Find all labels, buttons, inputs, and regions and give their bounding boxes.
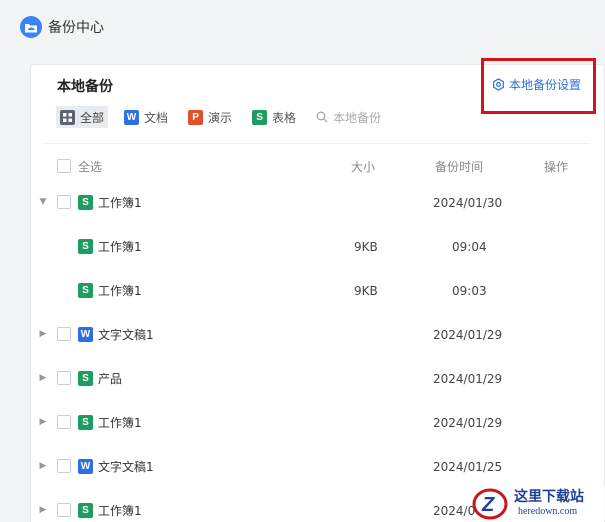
caret-right-icon[interactable]: ▶ bbox=[38, 505, 48, 515]
filter-label: 全部 bbox=[80, 110, 105, 125]
file-name-label: 工作簿1 bbox=[98, 416, 142, 430]
spreadsheet-icon: S bbox=[78, 195, 93, 210]
caret-down-icon[interactable]: ▼ bbox=[38, 197, 48, 207]
settings-highlight-box: 本地备份设置 bbox=[481, 58, 596, 114]
app-header: 备份中心 bbox=[20, 14, 104, 40]
watermark-brand: 这里下载站 bbox=[514, 489, 584, 505]
file-name[interactable]: S 工作簿1 bbox=[78, 282, 142, 299]
filter-label: 演示 bbox=[208, 110, 233, 125]
caret-right-icon[interactable]: ▶ bbox=[38, 373, 48, 383]
filter-bar: 全部 W 文档 P 演示 S 表格 本地备份 bbox=[56, 105, 381, 129]
backup-time: 2024/01/29 bbox=[433, 328, 503, 342]
row-checkbox[interactable] bbox=[57, 195, 71, 209]
backup-time: 2024/0 bbox=[433, 504, 476, 518]
file-size: 9KB bbox=[354, 284, 378, 298]
file-name[interactable]: S 工作簿1 bbox=[78, 502, 142, 519]
presentation-icon: P bbox=[188, 109, 204, 125]
table-row[interactable]: S 工作簿1 9KB 09:03 bbox=[0, 268, 605, 312]
select-all-label: 全选 bbox=[78, 160, 103, 174]
spreadsheet-icon: S bbox=[252, 109, 268, 125]
word-doc-icon: W bbox=[78, 459, 93, 474]
file-name-label: 工作簿1 bbox=[98, 196, 142, 210]
select-all-checkbox[interactable] bbox=[57, 159, 71, 173]
watermark: Z 这里下载站 heredown.com bbox=[470, 484, 605, 522]
cloud-folder-icon bbox=[20, 16, 42, 38]
svg-text:Z: Z bbox=[481, 494, 495, 516]
column-header-action: 操作 bbox=[544, 160, 569, 174]
word-doc-icon: W bbox=[78, 327, 93, 342]
filter-tab-document[interactable]: W 文档 bbox=[120, 106, 172, 128]
file-name-label: 文字文稿1 bbox=[98, 460, 154, 474]
backup-time: 09:04 bbox=[452, 240, 487, 254]
app-title: 备份中心 bbox=[48, 20, 104, 36]
filter-label: 文档 bbox=[144, 110, 169, 125]
panel-title: 本地备份 bbox=[57, 79, 113, 95]
divider bbox=[44, 143, 589, 144]
spreadsheet-icon: S bbox=[78, 415, 93, 430]
file-name[interactable]: W 文字文稿1 bbox=[78, 458, 154, 475]
file-name-label: 文字文稿1 bbox=[98, 328, 154, 342]
row-checkbox[interactable] bbox=[57, 459, 71, 473]
word-doc-icon: W bbox=[124, 109, 140, 125]
table-row[interactable]: ▶ W 文字文稿1 2024/01/25 bbox=[0, 444, 605, 488]
local-backup-settings-link[interactable]: 本地备份设置 bbox=[492, 76, 581, 93]
settings-label: 本地备份设置 bbox=[509, 78, 582, 92]
spreadsheet-icon: S bbox=[78, 371, 93, 386]
file-name-label: 产品 bbox=[98, 372, 123, 386]
search-placeholder: 本地备份 bbox=[333, 110, 382, 125]
backup-time: 2024/01/29 bbox=[433, 372, 503, 386]
caret-right-icon[interactable]: ▶ bbox=[38, 417, 48, 427]
backup-time: 2024/01/25 bbox=[433, 460, 503, 474]
table-row[interactable]: ▼ S 工作簿1 2024/01/30 bbox=[0, 180, 605, 224]
spreadsheet-icon: S bbox=[78, 239, 93, 254]
row-checkbox[interactable] bbox=[57, 327, 71, 341]
row-checkbox[interactable] bbox=[57, 415, 71, 429]
search-icon bbox=[316, 111, 328, 123]
table-row[interactable]: S 工作簿1 9KB 09:04 bbox=[0, 224, 605, 268]
backup-time: 2024/01/30 bbox=[433, 196, 503, 210]
row-checkbox[interactable] bbox=[57, 371, 71, 385]
table-row[interactable]: ▶ S 工作簿1 2024/01/29 bbox=[0, 400, 605, 444]
table-row[interactable]: ▶ S 产品 2024/01/29 bbox=[0, 356, 605, 400]
file-size: 9KB bbox=[354, 240, 378, 254]
column-header-backup-time: 备份时间 bbox=[435, 160, 484, 174]
search-input[interactable]: 本地备份 bbox=[316, 109, 381, 126]
file-name-label: 工作簿1 bbox=[98, 504, 142, 518]
file-name[interactable]: S 工作簿1 bbox=[78, 194, 142, 211]
filter-label: 表格 bbox=[272, 110, 297, 125]
filter-tab-presentation[interactable]: P 演示 bbox=[184, 106, 236, 128]
column-header-size: 大小 bbox=[351, 160, 376, 174]
backup-time: 09:03 bbox=[452, 284, 487, 298]
settings-icon bbox=[493, 78, 504, 91]
file-name[interactable]: S 产品 bbox=[78, 370, 122, 387]
spreadsheet-icon: S bbox=[78, 283, 93, 298]
caret-right-icon[interactable]: ▶ bbox=[38, 461, 48, 471]
watermark-domain: heredown.com bbox=[518, 506, 578, 517]
backup-time: 2024/01/29 bbox=[433, 416, 503, 430]
file-name-label: 工作簿1 bbox=[98, 284, 142, 298]
row-checkbox[interactable] bbox=[57, 503, 71, 517]
file-name[interactable]: S 工作簿1 bbox=[78, 414, 142, 431]
table-row[interactable]: ▶ W 文字文稿1 2024/01/29 bbox=[0, 312, 605, 356]
filter-tab-spreadsheet[interactable]: S 表格 bbox=[248, 106, 300, 128]
file-name[interactable]: W 文字文稿1 bbox=[78, 326, 154, 343]
spreadsheet-icon: S bbox=[78, 503, 93, 518]
grid-icon bbox=[60, 109, 75, 125]
file-name[interactable]: S 工作簿1 bbox=[78, 238, 142, 255]
filter-tab-all[interactable]: 全部 bbox=[56, 106, 109, 128]
caret-right-icon[interactable]: ▶ bbox=[38, 329, 48, 339]
file-name-label: 工作簿1 bbox=[98, 240, 142, 254]
